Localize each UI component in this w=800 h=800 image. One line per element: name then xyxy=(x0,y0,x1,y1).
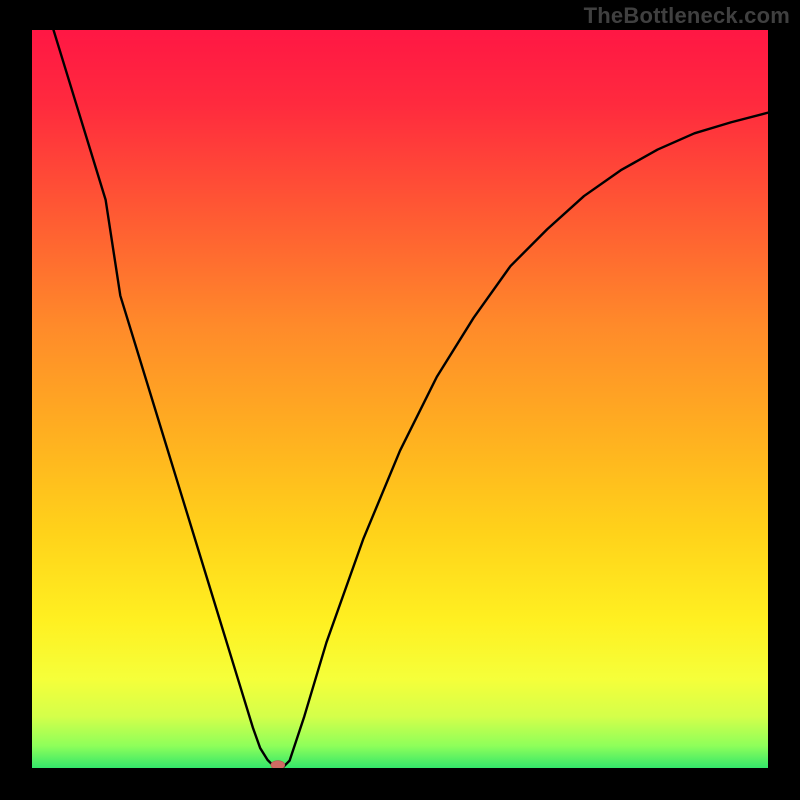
minimum-marker xyxy=(271,761,285,768)
watermark-text: TheBottleneck.com xyxy=(584,3,790,29)
gradient-rect xyxy=(32,30,768,768)
chart-svg xyxy=(32,30,768,768)
chart-frame: TheBottleneck.com xyxy=(0,0,800,800)
plot-area xyxy=(32,30,768,768)
